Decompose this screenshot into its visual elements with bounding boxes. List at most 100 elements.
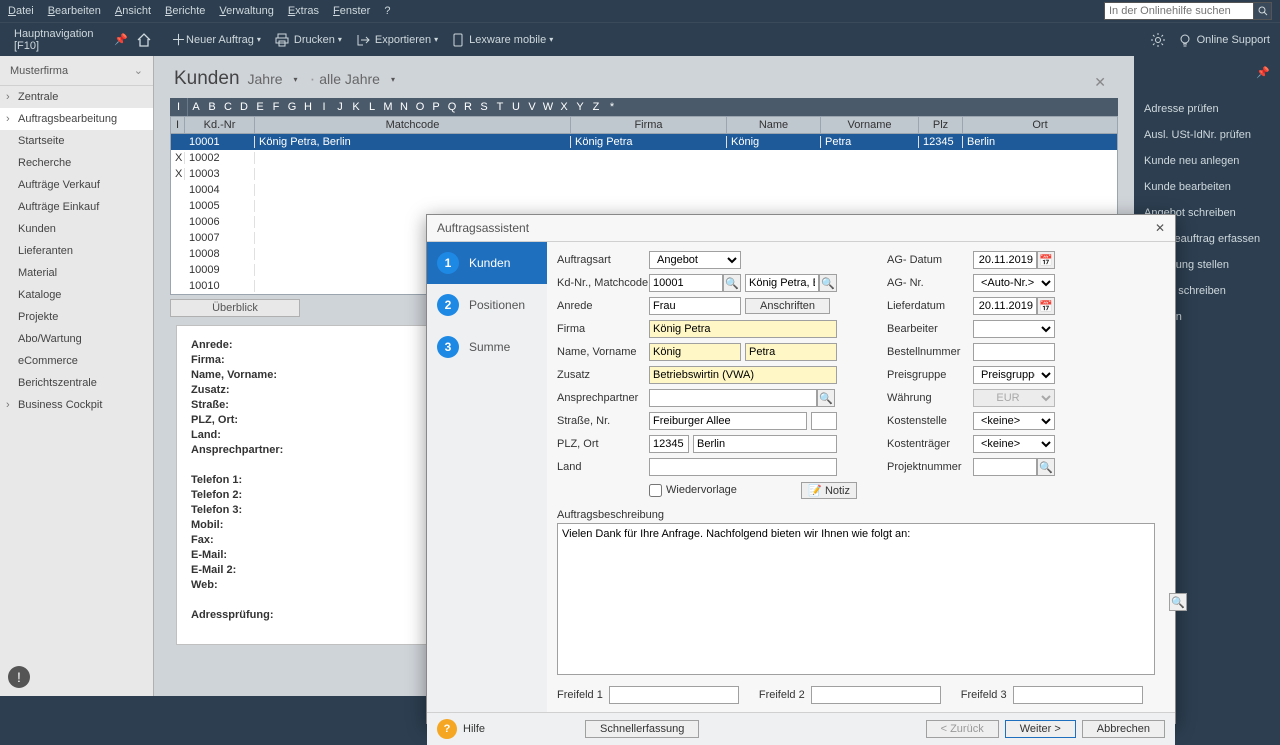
sidebar-item-auftraege-einkauf[interactable]: Aufträge Einkauf [0,196,153,218]
hausnr-input[interactable] [811,412,837,430]
zusatz-input[interactable] [649,366,837,384]
step-positionen[interactable]: 2Positionen [427,284,547,326]
letter-Q[interactable]: Q [444,98,460,116]
main-nav-button[interactable]: Hauptnavigation [F10]📌 [6,28,136,52]
table-row[interactable]: X10002 [171,150,1117,166]
anschriften-button[interactable]: Anschriften [745,298,830,314]
menu-extras[interactable]: Extras [288,5,319,17]
projektnr-lookup-button[interactable]: 🔍 [1037,458,1055,476]
new-order-button[interactable]: ＋Neuer Auftrag▾ [171,29,261,50]
col-plz[interactable]: Plz [919,117,963,133]
kostentrg-select[interactable]: <keine> [973,435,1055,453]
strasse-input[interactable] [649,412,807,430]
sidebar-item-auftragsbearbeitung[interactable]: Auftragsbearbeitung [0,108,153,130]
letter-W[interactable]: W [540,98,556,116]
menu-datei[interactable]: Datei [8,5,34,17]
letter-S[interactable]: S [476,98,492,116]
sidebar-item-business-cockpit[interactable]: Business Cockpit [0,394,153,416]
home-button[interactable] [136,32,157,48]
overview-tab[interactable]: Überblick [170,299,300,317]
letter-G[interactable]: G [284,98,300,116]
kostenstelle-select[interactable]: <keine> [973,412,1055,430]
cancel-button[interactable]: Abbrechen [1082,720,1165,738]
letter-B[interactable]: B [204,98,220,116]
sidebar-item-abo[interactable]: Abo/Wartung [0,328,153,350]
letter-H[interactable]: H [300,98,316,116]
next-button[interactable]: Weiter > [1005,720,1076,738]
notiz-button[interactable]: 📝 Notiz [801,482,857,499]
sidebar-item-recherche[interactable]: Recherche [0,152,153,174]
menu-fenster[interactable]: Fenster [333,5,370,17]
letter-M[interactable]: M [380,98,396,116]
letter-Y[interactable]: Y [572,98,588,116]
col-kdnr[interactable]: Kd.-Nr [185,117,255,133]
letter-E[interactable]: E [252,98,268,116]
ansprech-input[interactable] [649,389,817,407]
col-i[interactable]: I [171,117,185,133]
letter-D[interactable]: D [236,98,252,116]
action-ustid-pruefen[interactable]: Ausl. USt-IdNr. prüfen [1144,122,1270,148]
menu-berichte[interactable]: Berichte [165,5,205,17]
letter-F[interactable]: F [268,98,284,116]
letter-R[interactable]: R [460,98,476,116]
letter-Z[interactable]: Z [588,98,604,116]
name-input[interactable] [649,343,741,361]
ff2-input[interactable] [811,686,941,704]
export-button[interactable]: Exportieren▾ [356,33,438,47]
close-view-button[interactable]: ✕ [1094,74,1106,91]
action-kunde-bearbeiten[interactable]: Kunde bearbeiten [1144,174,1270,200]
agnr-select[interactable]: <Auto-Nr.> [973,274,1055,292]
col-name[interactable]: Name [727,117,821,133]
letter-X[interactable]: X [556,98,572,116]
menu-help[interactable]: ? [384,5,390,17]
kdnr-lookup-button[interactable]: 🔍 [723,274,741,292]
table-row[interactable]: 10001König Petra, BerlinKönig PetraKönig… [171,134,1117,150]
vorname-input[interactable] [745,343,837,361]
matchcode-lookup-button[interactable]: 🔍 [819,274,837,292]
help-search-button[interactable] [1254,2,1272,20]
menu-ansicht[interactable]: Ansicht [115,5,151,17]
action-adresse-pruefen[interactable]: Adresse prüfen [1144,96,1270,122]
kdnr-input[interactable] [649,274,723,292]
letter-J[interactable]: J [332,98,348,116]
menu-bearbeiten[interactable]: Bearbeiten [48,5,101,17]
mobile-button[interactable]: Lexware mobile▾ [452,33,553,47]
chevron-down-icon[interactable]: ▾ [294,75,298,84]
table-row[interactable]: 10005 [171,198,1117,214]
ansprech-lookup-button[interactable]: 🔍 [817,389,835,407]
agdatum-input[interactable] [973,251,1037,269]
chevron-down-icon[interactable]: ▾ [391,75,395,84]
sidebar-item-startseite[interactable]: Startseite [0,130,153,152]
letter-V[interactable]: V [524,98,540,116]
matchcode-input[interactable] [745,274,819,292]
agdatum-cal-button[interactable]: 📅 [1037,251,1055,269]
col-ort[interactable]: Ort [963,117,1117,133]
menu-verwaltung[interactable]: Verwaltung [219,5,273,17]
wiedervorlage-checkbox[interactable] [649,484,662,497]
land-input[interactable] [649,458,837,476]
dialog-close-button[interactable]: ✕ [1155,221,1165,235]
ff3-input[interactable] [1013,686,1143,704]
sidebar-item-kataloge[interactable]: Kataloge [0,284,153,306]
sidebar-item-berichtszentrale[interactable]: Berichtszentrale [0,372,153,394]
beschreibung-textarea[interactable] [557,523,1155,675]
col-vorname[interactable]: Vorname [821,117,919,133]
bestellnr-input[interactable] [973,343,1055,361]
plz-input[interactable] [649,435,689,453]
ff1-input[interactable] [609,686,739,704]
sidebar-item-auftraege-verkauf[interactable]: Aufträge Verkauf [0,174,153,196]
help-link[interactable]: Hilfe [463,723,485,735]
sidebar-item-lieferanten[interactable]: Lieferanten [0,240,153,262]
letter-A[interactable]: A [188,98,204,116]
step-summe[interactable]: 3Summe [427,326,547,368]
sidebar-item-projekte[interactable]: Projekte [0,306,153,328]
beschr-lookup-button[interactable]: 🔍 [1169,593,1187,611]
letter-O[interactable]: O [412,98,428,116]
projektnr-input[interactable] [973,458,1037,476]
letter-N[interactable]: N [396,98,412,116]
letter-I[interactable]: I [316,98,332,116]
letter-C[interactable]: C [220,98,236,116]
sidebar-item-zentrale[interactable]: Zentrale [0,86,153,108]
sidebar-item-ecommerce[interactable]: eCommerce [0,350,153,372]
settings-button[interactable] [1150,32,1166,48]
